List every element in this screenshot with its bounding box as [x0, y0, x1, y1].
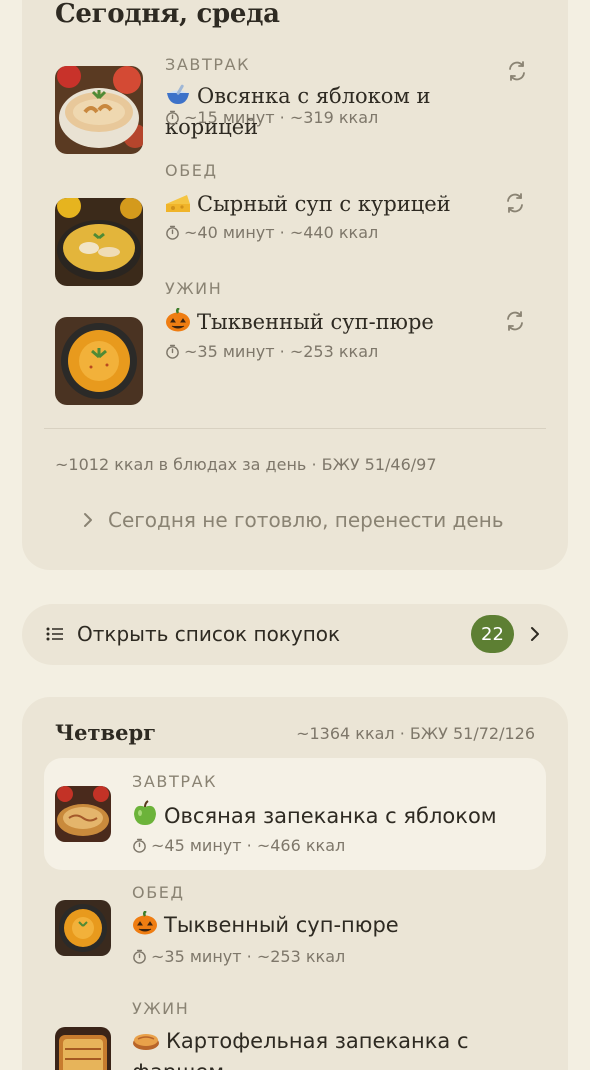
pumpkin-icon: [132, 909, 158, 942]
green-apple-icon: [132, 800, 158, 833]
meal-photo-oat-casserole: [55, 786, 111, 842]
skip-day-label: Сегодня не готовлю, перенести день: [108, 508, 504, 532]
chevron-right-icon: [531, 627, 539, 641]
meal-photo-oatmeal: [55, 66, 143, 154]
meal-name: Тыквенный суп-пюре: [165, 306, 465, 339]
divider: [44, 428, 546, 429]
timer-icon: [133, 838, 146, 853]
meal-name: Тыквенный суп-пюре: [132, 909, 532, 942]
shopping-list-label: Открыть список покупок: [77, 622, 341, 646]
meal-row-dinner[interactable]: УЖИН Картофельная запеканка с фаршем: [22, 997, 568, 1070]
today-card: Сегодня, среда ЗАВТРАК Овсянка с яблоком…: [22, 0, 568, 570]
cheese-icon: [165, 192, 191, 221]
timer-icon: [133, 949, 146, 964]
day-title: Четверг: [55, 720, 157, 745]
meal-photo-pumpkin-soup: [55, 900, 111, 956]
meal-row-lunch[interactable]: ОБЕД Тыквенный суп-пюре ~35 минут · ~253…: [22, 882, 568, 982]
meal-meta: ~35 минут · ~253 ккал: [132, 947, 345, 966]
pumpkin-icon: [165, 306, 191, 339]
today-title: Сегодня, среда: [55, 0, 280, 29]
timer-icon: [166, 110, 179, 125]
meal-type-label: ОБЕД: [165, 161, 218, 180]
day-nutrition-summary: ~1012 ккал в блюдах за день · БЖУ 51/46/…: [55, 455, 437, 474]
timer-icon: [166, 344, 179, 359]
meal-meta: ~35 минут · ~253 ккал: [165, 342, 378, 361]
meal-name: Овсяная запеканка с яблоком: [132, 800, 532, 833]
meal-meta: ~45 минут · ~466 ккал: [132, 836, 345, 855]
swap-meal-icon[interactable]: [505, 59, 529, 83]
meal-name: Картофельная запеканка с фаршем: [132, 1027, 492, 1070]
meal-type-label: ЗАВТРАК: [165, 55, 251, 74]
meal-photo-pumpkin-soup: [55, 317, 143, 405]
meal-row-lunch[interactable]: ОБЕД Сырный суп с курицей ~40 минут · ~4…: [22, 161, 568, 298]
meal-row-breakfast[interactable]: ЗАВТРАК Овсяная запеканка с яблоком ~45 …: [44, 758, 546, 870]
timer-icon: [166, 225, 179, 240]
thursday-card: Четверг ~1364 ккал · БЖУ 51/72/126 ЗАВТР…: [22, 697, 568, 1070]
skip-day-button[interactable]: Сегодня не готовлю, перенести день: [82, 508, 504, 532]
day-nutrition-summary: ~1364 ккал · БЖУ 51/72/126: [296, 724, 535, 743]
meal-meta: ~40 минут · ~440 ккал: [165, 223, 378, 242]
meal-photo-cheese-soup: [55, 198, 143, 286]
meal-type-label: ЗАВТРАК: [132, 772, 218, 791]
meal-photo-potato-casserole: [55, 1027, 111, 1070]
swap-meal-icon[interactable]: [503, 191, 527, 215]
chevron-right-icon: [84, 513, 92, 527]
list-icon: [46, 627, 63, 641]
meal-meta: ~15 минут · ~319 ккал: [165, 108, 378, 127]
meal-type-label: УЖИН: [165, 279, 223, 298]
meal-name: Сырный суп с курицей: [165, 190, 465, 221]
meal-type-label: УЖИН: [132, 999, 190, 1018]
meal-row-breakfast[interactable]: ЗАВТРАК Овсянка с яблоком и корицей ~15 …: [22, 55, 568, 159]
meal-type-label: ОБЕД: [132, 883, 185, 902]
swap-meal-icon[interactable]: [503, 309, 527, 333]
shopping-count-badge: 22: [471, 615, 514, 653]
shopping-list-button[interactable]: Открыть список покупок 22: [22, 604, 568, 665]
meal-row-dinner[interactable]: УЖИН Тыквенный суп-пюре ~35 минут · ~253…: [22, 279, 568, 417]
pie-icon: [132, 1029, 160, 1058]
